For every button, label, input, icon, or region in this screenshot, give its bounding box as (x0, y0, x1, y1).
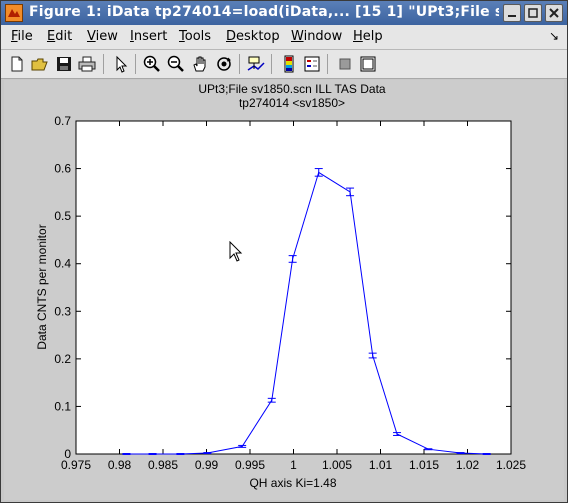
show-plot-tools-icon[interactable] (358, 54, 378, 74)
open-folder-icon[interactable] (30, 54, 50, 74)
minimize-button[interactable] (503, 4, 521, 22)
y-tick-label: 0.4 (54, 257, 71, 271)
x-tick-label: 1.02 (456, 458, 480, 472)
legend-icon[interactable] (302, 54, 322, 74)
menu-view[interactable]: View (87, 29, 118, 44)
y-tick-label: 0.2 (54, 352, 71, 366)
x-tick-label: 1 (290, 458, 297, 472)
close-button[interactable] (545, 4, 563, 22)
print-icon[interactable] (77, 54, 97, 74)
error-bar (456, 452, 465, 455)
zoom-in-icon[interactable] (142, 54, 162, 74)
error-bar (424, 448, 433, 451)
menu-file[interactable]: File (11, 29, 33, 44)
figure-canvas[interactable]: UPt3;File sv1850.scn ILL TAS Data tp2740… (4, 80, 564, 500)
data-cursor-icon[interactable] (246, 54, 266, 74)
pointer-icon[interactable] (111, 54, 131, 74)
error-bar (122, 453, 131, 455)
x-tick-label: 1.025 (496, 458, 526, 472)
error-bar (176, 453, 185, 455)
y-tick-label: 0.1 (54, 399, 71, 413)
maximize-button[interactable] (524, 4, 542, 22)
error-bar (148, 453, 157, 455)
dock-figure-icon[interactable]: ↘ (549, 29, 559, 43)
matlab-icon (5, 4, 23, 22)
x-axis-label: QH axis Ki=1.48 (249, 476, 336, 490)
y-axis-label: Data CNTS per monitor (35, 224, 49, 349)
menu-bar: File Edit View Insert Tools Desktop Wind… (1, 25, 567, 50)
y-tick-label: 0.5 (54, 209, 71, 223)
error-bar (203, 452, 212, 455)
error-bar (482, 453, 491, 455)
colorbar-icon[interactable] (279, 54, 299, 74)
x-tick-label: 0.98 (108, 458, 132, 472)
pan-hand-icon[interactable] (190, 54, 210, 74)
window-title: Figure 1: iData tp274014=load(iData,... … (29, 4, 499, 20)
new-file-icon[interactable] (7, 54, 27, 74)
zoom-out-icon[interactable] (166, 54, 186, 74)
y-tick-label: 0.6 (54, 162, 71, 176)
menu-insert[interactable]: Insert (130, 29, 167, 44)
mouse-cursor-icon (229, 241, 243, 262)
x-tick-label: 0.995 (235, 458, 265, 472)
menu-edit[interactable]: Edit (47, 29, 72, 44)
x-tick-label: 1.01 (369, 458, 393, 472)
save-icon[interactable] (54, 54, 74, 74)
menu-help[interactable]: Help (353, 29, 383, 44)
x-tick-label: 1.015 (409, 458, 439, 472)
menu-desktop[interactable]: Desktop (226, 29, 280, 44)
y-tick-label: 0.7 (54, 114, 71, 128)
menu-window[interactable]: Window (291, 29, 342, 44)
x-tick-label: 1.005 (322, 458, 352, 472)
x-tick-label: 0.99 (195, 458, 219, 472)
chart-subtitle: tp274014 <sv1850> (239, 96, 345, 110)
rotate-3d-icon[interactable] (214, 54, 234, 74)
y-tick-label: 0.3 (54, 304, 71, 318)
figure-window: Figure 1: iData tp274014=load(iData,... … (0, 0, 568, 503)
plot-area[interactable]: UPt3;File sv1850.scn ILL TAS Data tp2740… (4, 80, 564, 500)
x-tick-label: 0.985 (148, 458, 178, 472)
figure-toolbar (1, 50, 567, 79)
hide-plot-tools-icon[interactable] (335, 54, 355, 74)
title-bar[interactable]: Figure 1: iData tp274014=load(iData,... … (1, 1, 567, 25)
axes-box[interactable] (75, 120, 512, 455)
menu-tools[interactable]: Tools (179, 29, 211, 44)
x-tick-label: 0.975 (61, 458, 91, 472)
chart-title: UPt3;File sv1850.scn ILL TAS Data (198, 82, 386, 96)
